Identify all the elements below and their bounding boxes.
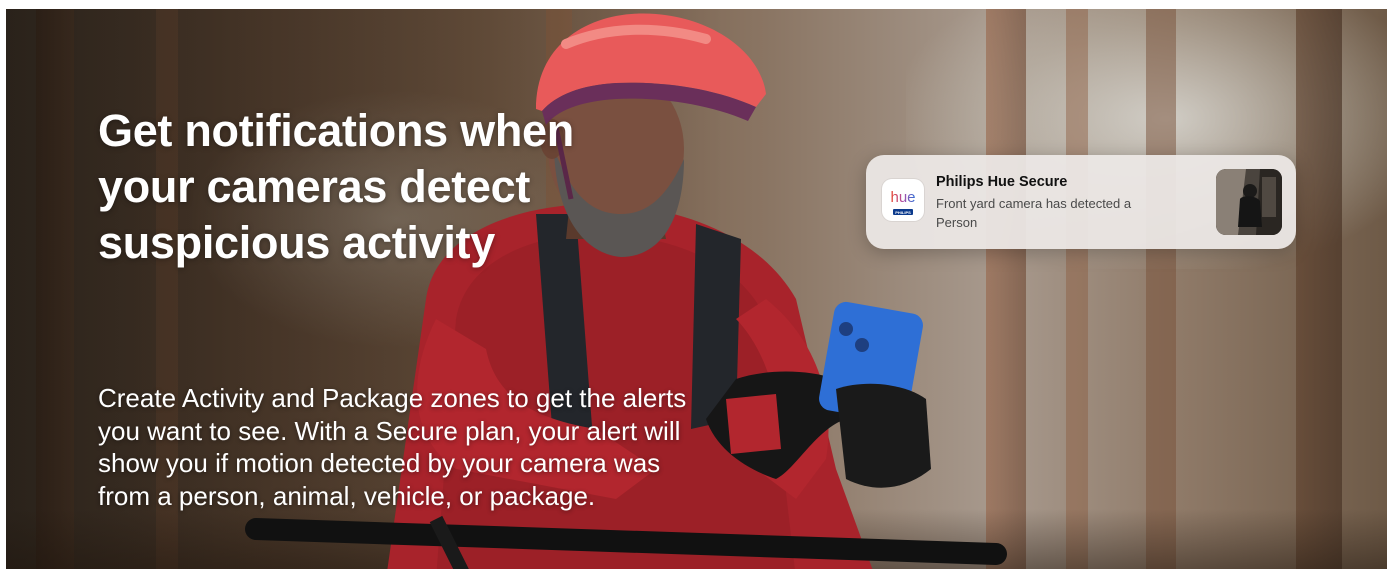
philips-logo-text: PHILIPS [895,210,911,215]
handlebar [245,518,1007,565]
hero-banner: Get notifications when your cameras dete… [6,9,1387,569]
notification-card: hue PHILIPS Philips Hue Secure Front yar… [866,155,1296,249]
body-copy: Create Activity and Package zones to get… [98,383,687,511]
notification-title: Philips Hue Secure [936,174,1068,190]
camera-snapshot-thumbnail [1216,169,1282,235]
headline: Get notifications when your cameras dete… [98,105,574,268]
notification-message: Front yard camera has detected a Person [936,196,1132,230]
hue-app-icon: hue PHILIPS [882,179,924,221]
right-glove [836,383,931,488]
hue-logo-text: hue [890,189,915,206]
